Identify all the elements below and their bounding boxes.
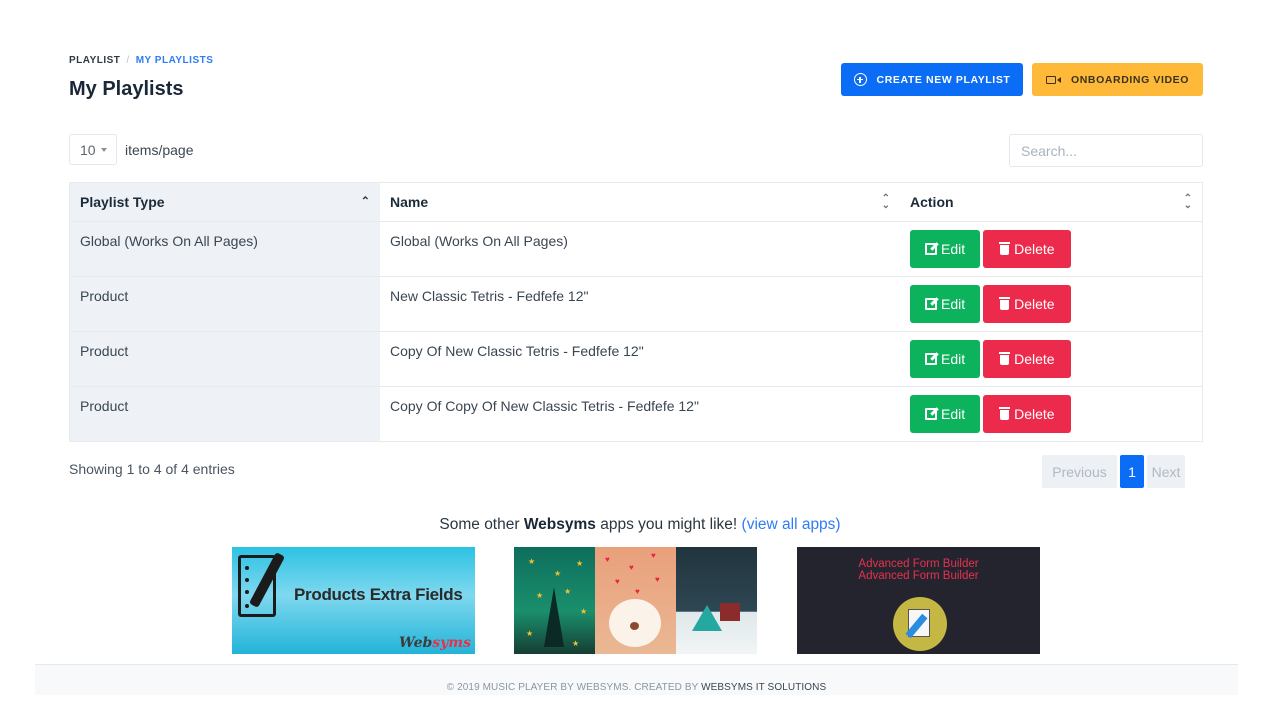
- table-header-row: Playlist Type ⌃ Name ⌃ ⌄ Action ⌃ ⌄: [70, 183, 1202, 222]
- app-card-products-extra-fields[interactable]: Products Extra Fields Websyms: [232, 547, 475, 654]
- cell-name: Copy Of Copy Of New Classic Tetris - Fed…: [390, 397, 699, 414]
- cell-playlist-type: Product: [70, 386, 380, 441]
- edit-button[interactable]: Edit: [910, 229, 981, 268]
- delete-label: Delete: [1014, 350, 1055, 367]
- table-row: Product New Classic Tetris - Fedfefe 12"…: [70, 276, 1202, 332]
- column-label: Name: [390, 193, 429, 210]
- page-1-button[interactable]: 1: [1120, 455, 1144, 488]
- column-header-playlist-type[interactable]: Playlist Type ⌃: [70, 183, 380, 222]
- playlists-table: Playlist Type ⌃ Name ⌃ ⌄ Action ⌃ ⌄ Global…: [69, 182, 1203, 442]
- edit-icon: [925, 352, 937, 365]
- table-row: Product Copy Of Copy Of New Classic Tetr…: [70, 386, 1202, 441]
- breadcrumb: PLAYLIST / MY PLAYLISTS: [69, 55, 213, 66]
- edit-icon: [925, 242, 937, 255]
- edit-icon: [925, 407, 937, 420]
- column-label: Action: [910, 193, 954, 210]
- delete-button[interactable]: Delete: [983, 394, 1071, 433]
- delete-button[interactable]: Delete: [983, 284, 1071, 323]
- app-card-seasonal-backgrounds[interactable]: ★ ★ ★ ★ ★ ★ ★ ★ ♥ ♥ ♥ ♥ ♥ ♥: [514, 547, 757, 654]
- column-header-name[interactable]: Name ⌃ ⌄: [380, 183, 900, 222]
- app-title: Advanced Form Builder: [858, 558, 979, 570]
- delete-button[interactable]: Delete: [983, 229, 1071, 268]
- sort-ascending-icon[interactable]: ⌃: [361, 196, 370, 207]
- app-title: Products Extra Fields: [294, 585, 463, 604]
- create-new-playlist-button[interactable]: CREATE NEW PLAYLIST: [841, 63, 1023, 96]
- promo-prefix: Some other: [439, 516, 524, 533]
- breadcrumb-my-playlists[interactable]: MY PLAYLISTS: [136, 55, 214, 66]
- delete-label: Delete: [1014, 405, 1055, 422]
- cell-playlist-type: Product: [70, 276, 380, 332]
- caret-down-icon: [100, 147, 107, 152]
- breadcrumb-playlist[interactable]: PLAYLIST: [69, 55, 120, 66]
- app-brand: Websyms: [399, 635, 471, 651]
- teddy-bear-panel: ♥ ♥ ♥ ♥ ♥ ♥: [595, 547, 676, 654]
- edit-label: Edit: [941, 240, 966, 257]
- delete-button[interactable]: Delete: [983, 339, 1071, 378]
- page-size-select[interactable]: 10: [69, 134, 117, 165]
- create-new-playlist-label: CREATE NEW PLAYLIST: [876, 73, 1011, 86]
- cell-playlist-type: Global (Works On All Pages): [70, 221, 380, 277]
- promo-heading: Some other Websyms apps you might like! …: [0, 516, 1280, 534]
- column-label: Playlist Type: [80, 193, 165, 210]
- app-title-echo: Advanced Form Builder: [858, 570, 979, 582]
- table-row: Product Copy Of New Classic Tetris - Fed…: [70, 331, 1202, 387]
- next-page-button[interactable]: Next: [1147, 455, 1185, 488]
- cell-name: New Classic Tetris - Fedfefe 12": [380, 276, 900, 332]
- cell-name: Global (Works On All Pages): [380, 221, 900, 277]
- page-size-value: 10: [80, 141, 96, 158]
- entries-summary: Showing 1 to 4 of 4 entries: [69, 461, 235, 477]
- previous-page-button[interactable]: Previous: [1042, 455, 1117, 488]
- edit-button[interactable]: Edit: [910, 339, 981, 378]
- cell-action: Edit Delete: [900, 386, 1202, 441]
- cell-name: Copy Of New Classic Tetris - Fedfefe 12": [380, 331, 900, 387]
- starry-forest-panel: ★ ★ ★ ★ ★ ★ ★ ★: [514, 547, 595, 654]
- pagination: Previous 1 Next: [1042, 455, 1185, 488]
- column-header-action[interactable]: Action ⌃ ⌄: [900, 183, 1202, 222]
- cell-action: Edit Delete: [900, 331, 1202, 387]
- edit-label: Edit: [941, 350, 966, 367]
- view-all-apps-link[interactable]: (view all apps): [742, 516, 841, 533]
- footer-company-link[interactable]: WEBSYMS IT SOLUTIONS: [701, 682, 826, 693]
- onboarding-video-button[interactable]: ONBOARDING VIDEO: [1032, 63, 1203, 96]
- trash-icon: [999, 352, 1011, 365]
- table-row: Global (Works On All Pages) Global (Work…: [70, 221, 1202, 277]
- edit-icon: [925, 297, 937, 310]
- winter-village-panel: [676, 547, 757, 654]
- cell-playlist-type: Product: [70, 331, 380, 387]
- app-card-advanced-form-builder[interactable]: Advanced Form Builder Advanced Form Buil…: [797, 547, 1040, 654]
- cell-action: Edit Delete: [900, 276, 1202, 332]
- sort-icon[interactable]: ⌃ ⌄: [882, 193, 890, 210]
- edit-button[interactable]: Edit: [910, 394, 981, 433]
- footer-copyright: © 2019 MUSIC PLAYER BY WEBSYMS. CREATED …: [446, 682, 702, 693]
- edit-label: Edit: [941, 405, 966, 422]
- breadcrumb-separator: /: [126, 55, 130, 66]
- page-title: My Playlists: [69, 78, 184, 100]
- onboarding-video-label: ONBOARDING VIDEO: [1070, 73, 1190, 86]
- trash-icon: [999, 407, 1011, 420]
- video-camera-icon: [1045, 75, 1061, 84]
- promo-brand: Websyms: [523, 516, 596, 533]
- plus-circle-icon: [853, 73, 867, 86]
- cell-action: Edit Delete: [900, 221, 1202, 277]
- trash-icon: [999, 297, 1011, 310]
- edit-button[interactable]: Edit: [910, 284, 981, 323]
- edit-label: Edit: [941, 295, 966, 312]
- sort-icon[interactable]: ⌃ ⌄: [1184, 193, 1192, 210]
- delete-label: Delete: [1014, 295, 1055, 312]
- footer: © 2019 MUSIC PLAYER BY WEBSYMS. CREATED …: [35, 665, 1238, 695]
- items-per-page-label: items/page: [125, 142, 194, 158]
- promo-suffix: apps you might like!: [595, 516, 742, 533]
- trash-icon: [999, 242, 1011, 255]
- delete-label: Delete: [1014, 240, 1055, 257]
- search-input[interactable]: [1009, 134, 1203, 167]
